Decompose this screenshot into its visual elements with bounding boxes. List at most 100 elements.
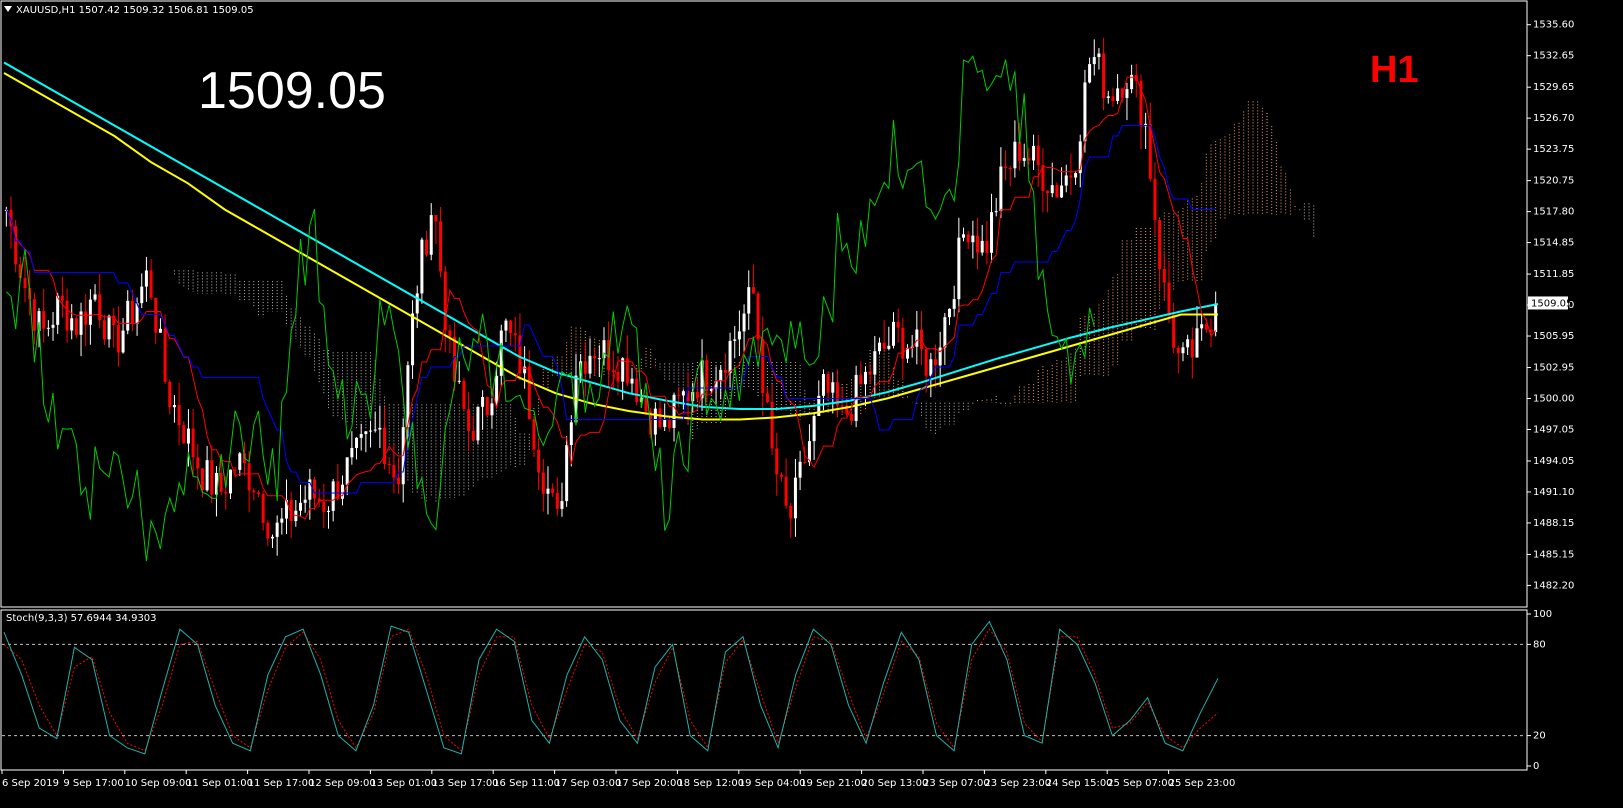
candle-body <box>364 431 368 435</box>
candle-body <box>756 293 760 340</box>
candle-body <box>924 348 928 376</box>
candle-body <box>224 491 228 494</box>
candle-body <box>560 501 564 509</box>
candle-body <box>793 477 797 519</box>
candle-body <box>504 320 508 331</box>
candle-body <box>88 299 92 325</box>
chart-window[interactable]: 100 80 20 0 1535.60 1532.65 1529.65 1526.70 152… <box>0 0 1623 803</box>
x-tick-label: 19 Sep 04:00 <box>739 778 806 789</box>
candle-body <box>1116 88 1120 101</box>
candle-body <box>51 324 55 328</box>
candle-body <box>70 318 74 331</box>
candle-body <box>448 330 452 337</box>
stoch-y-tick-label: 0 <box>1533 761 1539 772</box>
candle-body <box>775 448 779 475</box>
candle-body <box>23 278 27 289</box>
candle-body <box>46 327 50 329</box>
candle-body <box>747 287 751 314</box>
candle-body <box>1018 141 1022 161</box>
candle-body <box>247 463 251 491</box>
candle-body <box>761 339 765 394</box>
x-tick-label: 23 Sep 07:00 <box>923 778 990 789</box>
candle-body <box>672 394 676 428</box>
candle-body <box>934 359 938 366</box>
chart-svg[interactable]: 100 80 20 0 1535.60 1532.65 1529.65 1526.70 152… <box>0 0 1623 803</box>
candle-body <box>1167 282 1171 315</box>
candle-body <box>471 430 475 441</box>
candle-body <box>1036 145 1040 166</box>
x-tick-label: 20 Sep 13:00 <box>862 778 929 789</box>
y-tick-label: 1520.75 <box>1533 176 1574 187</box>
candle-body <box>887 345 891 349</box>
candle-body <box>322 501 326 512</box>
candle-body <box>1158 220 1162 269</box>
big-price: 1509.05 <box>198 62 386 120</box>
x-tick-label: 16 Sep 11:00 <box>493 778 560 789</box>
candle-body <box>392 465 396 478</box>
candle-body <box>186 428 190 444</box>
candle-body <box>1055 185 1059 198</box>
candle-body <box>140 286 144 304</box>
candle-body <box>733 339 737 341</box>
candle-body <box>877 342 881 352</box>
candle-body <box>65 300 69 331</box>
candle-body <box>1032 145 1036 161</box>
candle-body <box>765 393 769 403</box>
candle-body <box>1200 324 1204 329</box>
stoch-y-tick-label: 80 <box>1533 639 1546 650</box>
candle-body <box>168 381 172 408</box>
stoch-y-tick-label: 100 <box>1533 609 1552 620</box>
candle-body <box>859 374 863 385</box>
candle-body <box>999 166 1003 212</box>
candle-body <box>789 505 793 519</box>
candle-body <box>144 270 148 287</box>
candle-body <box>490 403 494 416</box>
y-tick-label: 1500.00 <box>1533 394 1574 405</box>
y-tick-label: 1517.80 <box>1533 207 1574 218</box>
candle-body <box>588 355 592 374</box>
candle-body <box>107 315 111 340</box>
y-tick-label: 1485.15 <box>1533 549 1574 560</box>
candle-body <box>219 472 223 492</box>
candle-body <box>60 295 64 301</box>
candle-body <box>121 330 125 353</box>
candle-body <box>681 391 685 396</box>
y-tick-label: 1511.85 <box>1533 269 1574 280</box>
candle-body <box>1214 303 1218 333</box>
candle-body <box>737 331 741 340</box>
candle-body <box>1004 166 1008 168</box>
candle-body <box>616 371 620 382</box>
candle-body <box>1092 57 1096 65</box>
candle-body <box>891 321 895 346</box>
x-tick-label: 17 Sep 20:00 <box>616 778 683 789</box>
candle-body <box>233 469 237 471</box>
candle-body <box>1013 141 1017 169</box>
candle-body <box>387 463 391 466</box>
candle-body <box>1176 347 1180 354</box>
candle-body <box>200 468 204 491</box>
candle-body <box>565 445 569 502</box>
candle-body <box>980 240 984 253</box>
candle-body <box>355 437 359 448</box>
candle-body <box>551 488 555 493</box>
y-tick-label: 1529.65 <box>1533 82 1574 93</box>
candle-body <box>98 294 102 321</box>
candle-body <box>583 361 587 374</box>
candle-body <box>677 394 681 396</box>
candle-body <box>275 522 279 537</box>
stoch-label: Stoch(9,3,3) 57.6944 34.9303 <box>6 613 157 624</box>
candle-body <box>831 382 835 393</box>
candle-body <box>1153 178 1157 221</box>
candle-body <box>882 342 886 349</box>
candle-body <box>695 391 699 399</box>
candle-body <box>378 427 382 430</box>
y-tick-label: 1514.85 <box>1533 238 1574 249</box>
y-tick-label: 1532.65 <box>1533 51 1574 62</box>
candle-body <box>1022 157 1026 161</box>
candle-body <box>42 311 46 329</box>
candle-body <box>513 333 517 336</box>
candle-body <box>803 461 807 463</box>
candle-body <box>658 408 662 427</box>
candle-body <box>719 369 723 382</box>
candle-body <box>191 428 195 458</box>
